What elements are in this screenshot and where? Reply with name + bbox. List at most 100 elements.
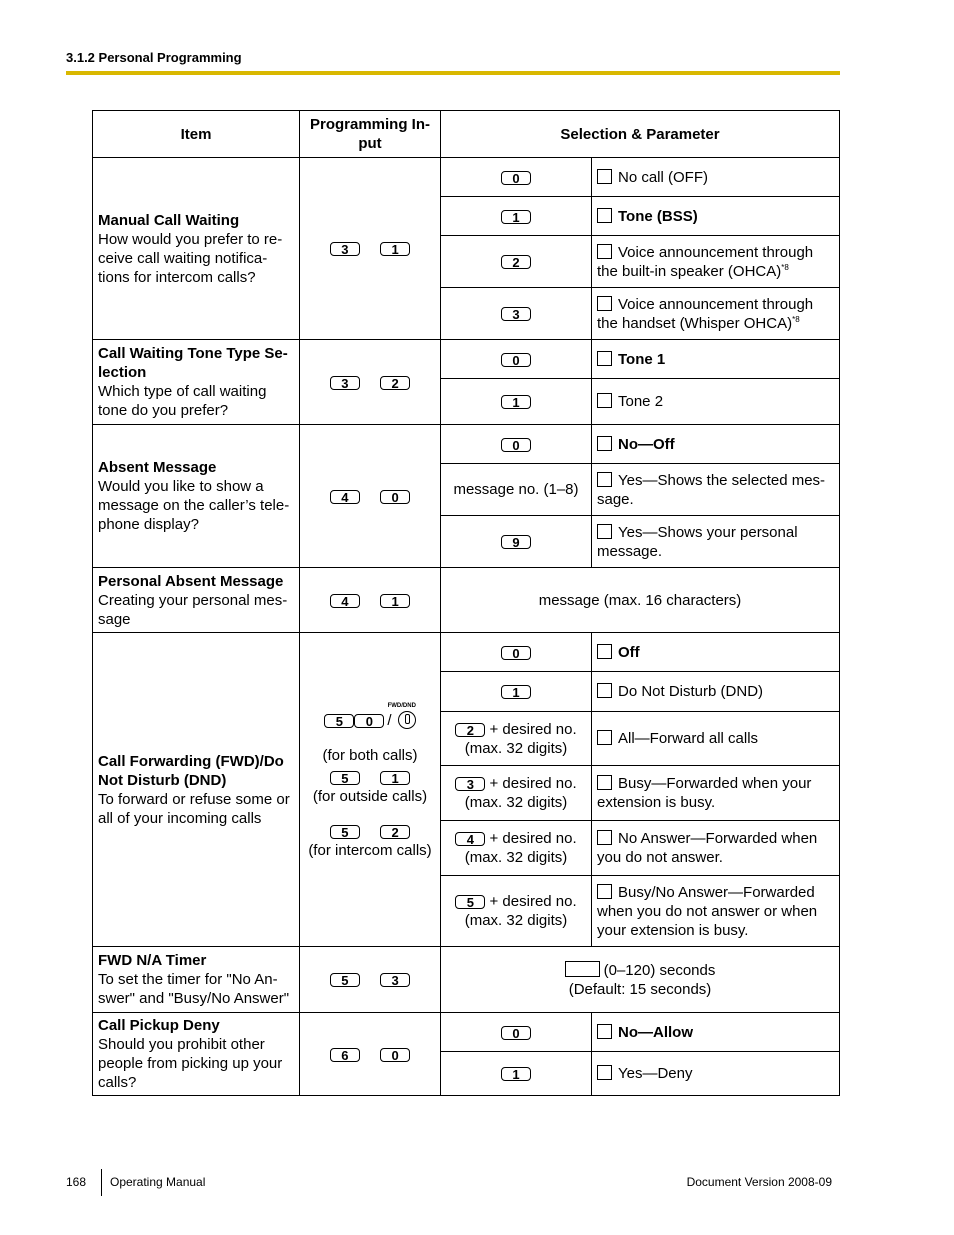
checkbox[interactable] bbox=[597, 775, 612, 790]
dial-key: 1 bbox=[501, 395, 531, 410]
item-title: Call Forwarding (FWD)/Do Not Disturb (DND… bbox=[98, 752, 284, 789]
header-rule bbox=[66, 71, 840, 75]
selection-cell: Busy—Forwarded when your extension is bus… bbox=[591, 765, 840, 821]
checkbox[interactable] bbox=[597, 523, 612, 539]
checkbox[interactable] bbox=[597, 350, 612, 366]
table-header-row: Item Programming In-put Selection & Para… bbox=[92, 110, 840, 158]
table-row: Manual Call Waiting How would you prefer… bbox=[92, 157, 840, 340]
dial-key: 0 bbox=[501, 437, 531, 452]
parameter-cell: 2 + desired no. (max. 32 digits) bbox=[440, 711, 592, 766]
item-title: FWD N/A Timer bbox=[98, 952, 207, 969]
desired-number-text: + desired no. bbox=[489, 720, 577, 738]
dial-key: 4 bbox=[329, 593, 360, 608]
dial-key: 1 bbox=[380, 242, 411, 257]
parameter-cell: 0 bbox=[440, 1012, 592, 1052]
dial-key: 2 bbox=[455, 722, 486, 737]
timer-input-box[interactable] bbox=[564, 960, 600, 977]
dial-key: 4 bbox=[455, 832, 486, 847]
parameter-cell: 9 bbox=[440, 515, 592, 568]
dial-key: 0 bbox=[380, 489, 411, 504]
footer-divider bbox=[101, 1169, 102, 1196]
item-description: To forward or refuse some or all of your … bbox=[98, 790, 290, 827]
checkbox[interactable] bbox=[597, 1065, 612, 1080]
dial-key: 5 bbox=[329, 973, 360, 988]
dial-key: 4 bbox=[329, 489, 360, 504]
parameter-cell: 4 + desired no. (max. 32 digits) bbox=[440, 820, 592, 876]
dial-key: 0 bbox=[354, 714, 385, 729]
parameter-cell: 1 bbox=[440, 196, 592, 236]
desired-number-text: + desired no. bbox=[489, 893, 577, 910]
footer-manual-title: Operating Manual bbox=[110, 1175, 206, 1189]
input-cell: 6 0 bbox=[299, 1012, 441, 1096]
desired-number-text: + desired no. bbox=[489, 830, 577, 847]
item-cell: Manual Call Waiting How would you prefer… bbox=[92, 157, 300, 340]
checkbox[interactable] bbox=[597, 243, 612, 259]
checkbox[interactable] bbox=[597, 435, 612, 451]
item-description: Should you prohibit other people from pic… bbox=[98, 1036, 283, 1091]
item-title: Call Pickup Deny bbox=[98, 1017, 220, 1034]
parameter-cell: 2 bbox=[440, 235, 592, 288]
max-digits-text: (max. 32 digits) bbox=[464, 912, 568, 929]
dial-key: 0 bbox=[501, 1025, 531, 1040]
option-label: Do Not Disturb (DND) bbox=[618, 683, 764, 700]
dial-key: 5 bbox=[329, 771, 360, 786]
dial-key: 2 bbox=[380, 825, 411, 840]
option-label: Voice announcement through the handset (… bbox=[597, 295, 814, 332]
input-note: (for intercom calls) bbox=[308, 842, 432, 859]
table-row: Call Forwarding (FWD)/Do Not Disturb (DND… bbox=[92, 632, 840, 947]
fwd-dnd-button: FWD/DND bbox=[388, 703, 416, 730]
checkbox[interactable] bbox=[597, 830, 612, 845]
option-label: Busy—Forwarded when your extension is bus… bbox=[597, 775, 812, 811]
checkbox[interactable] bbox=[597, 168, 612, 184]
checkbox[interactable] bbox=[597, 1023, 612, 1039]
parameter-cell: 3 + desired no. (max. 32 digits) bbox=[440, 765, 592, 821]
dial-key: 9 bbox=[501, 535, 531, 550]
dial-key: 1 bbox=[380, 593, 411, 608]
timer-default: (Default: 15 seconds) bbox=[568, 980, 712, 998]
input-cell: 3 1 bbox=[299, 157, 441, 340]
desired-number-text: + desired no. bbox=[489, 775, 577, 792]
section-title: 3.1.2 Personal Programming bbox=[66, 50, 242, 65]
parameter-cell: 1 bbox=[440, 378, 592, 425]
checkbox[interactable] bbox=[597, 683, 612, 698]
checkbox[interactable] bbox=[597, 730, 612, 745]
parameter-cell: 1 bbox=[440, 1051, 592, 1096]
checkbox[interactable] bbox=[597, 295, 612, 311]
dial-key: 0 bbox=[501, 170, 531, 185]
parameter-cell: 0 bbox=[440, 632, 592, 672]
selection-cell: Voice announcement through the handset (… bbox=[591, 287, 840, 340]
option-label: All—Forward all calls bbox=[618, 730, 759, 747]
table-row: FWD N/A Timer To set the timer for "No A… bbox=[92, 946, 840, 1013]
option-label: Yes—Shows your personal message. bbox=[597, 523, 798, 560]
input-cell: 5 0/FWD/DND (for both calls) 5 1 (for out… bbox=[299, 632, 441, 947]
option-label: Voice announcement through the built-in … bbox=[597, 243, 814, 280]
item-cell: Personal Absent Message Creating your pe… bbox=[92, 567, 300, 633]
option-label-default: Tone (BSS) bbox=[618, 207, 698, 225]
checkbox[interactable] bbox=[597, 393, 612, 408]
dial-key: 1 bbox=[380, 771, 411, 786]
timer-range: (0–120) seconds bbox=[603, 961, 716, 979]
max-digits-text: (max. 32 digits) bbox=[464, 739, 568, 757]
input-cell: 3 2 bbox=[299, 339, 441, 425]
checkbox[interactable] bbox=[597, 883, 612, 899]
dial-key: 0 bbox=[501, 352, 531, 367]
selection-cell: No Answer—Forwarded when you do not answe… bbox=[591, 820, 840, 876]
selection-cell: No call (OFF) bbox=[591, 157, 840, 197]
input-note: (for outside calls) bbox=[312, 788, 428, 805]
checkbox[interactable] bbox=[597, 207, 612, 223]
item-description: Creating your personal mes-sage bbox=[98, 591, 288, 628]
max-digits-text: (max. 32 digits) bbox=[464, 849, 568, 866]
item-cell: Call Waiting Tone Type Se-lection Which … bbox=[92, 339, 300, 425]
selection-cell: Tone 1 bbox=[591, 339, 840, 379]
option-label: Busy/No Answer—Forwarded when you do not … bbox=[597, 883, 818, 939]
table-row: Personal Absent Message Creating your pe… bbox=[92, 567, 840, 633]
parameter-cell: 3 bbox=[440, 287, 592, 340]
checkbox[interactable] bbox=[597, 471, 612, 487]
item-cell: FWD N/A Timer To set the timer for "No A… bbox=[92, 946, 300, 1013]
dial-key: 1 bbox=[501, 209, 531, 224]
item-description: How would you prefer to re-ceive call wa… bbox=[98, 230, 283, 286]
selection-cell: Yes—Shows the selected mes-sage. bbox=[591, 463, 840, 516]
checkbox[interactable] bbox=[597, 643, 612, 659]
dial-key: 5 bbox=[324, 714, 355, 729]
option-label: Tone 2 bbox=[618, 393, 664, 410]
